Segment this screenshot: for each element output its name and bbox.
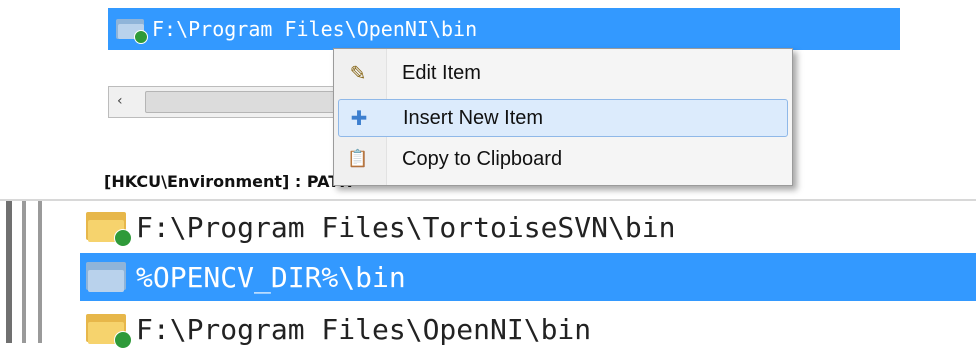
menu-item-label: Edit Item bbox=[402, 61, 481, 84]
path-row-text: F:\Program Files\TortoiseSVN\bin bbox=[136, 210, 676, 244]
path-list-row-selected[interactable]: F:\Program Files\OpenNI\bin bbox=[108, 8, 900, 50]
folder-yellow-check-icon bbox=[86, 210, 132, 247]
path-row-text: %OPENCV_DIR%\bin bbox=[136, 260, 406, 294]
context-menu: ✎ Edit Item ✚ Insert New Item 📋 Copy to … bbox=[333, 48, 793, 186]
clipboard-icon: 📋 bbox=[347, 149, 369, 168]
plus-icon: ✚ bbox=[350, 107, 368, 130]
folder-check-icon bbox=[116, 17, 148, 44]
path-list-row[interactable]: F:\Program Files\OpenNI\bin bbox=[80, 305, 976, 353]
menu-item-label: Insert New Item bbox=[403, 106, 544, 129]
path-list-row[interactable]: F:\Program Files\TortoiseSVN\bin bbox=[80, 203, 976, 251]
path-list-row-selected[interactable]: %OPENCV_DIR%\bin bbox=[80, 253, 976, 301]
bottom-path-list: F:\Program Files\TortoiseSVN\bin %OPENCV… bbox=[0, 199, 976, 349]
menu-item-edit-item[interactable]: ✎ Edit Item bbox=[338, 55, 786, 91]
horizontal-scrollbar[interactable]: ‹ bbox=[108, 86, 340, 118]
menu-item-insert-new-item[interactable]: ✚ Insert New Item bbox=[338, 99, 788, 137]
path-row-text: F:\Program Files\OpenNI\bin bbox=[152, 17, 478, 41]
folder-blue-icon bbox=[86, 260, 130, 294]
registry-key-label: [HKCU\Environment] : PATH bbox=[104, 172, 353, 191]
menu-item-label: Copy to Clipboard bbox=[402, 147, 563, 170]
left-window-frame bbox=[0, 201, 56, 343]
top-path-list: F:\Program Files\OpenNI\bin ‹ [HKCU\Envi… bbox=[0, 0, 976, 191]
scroll-thumb[interactable] bbox=[145, 91, 337, 113]
menu-item-copy-to-clipboard[interactable]: 📋 Copy to Clipboard bbox=[338, 141, 786, 177]
scroll-left-arrow-icon[interactable]: ‹ bbox=[117, 93, 123, 109]
pencil-icon: ✎ bbox=[349, 62, 367, 85]
